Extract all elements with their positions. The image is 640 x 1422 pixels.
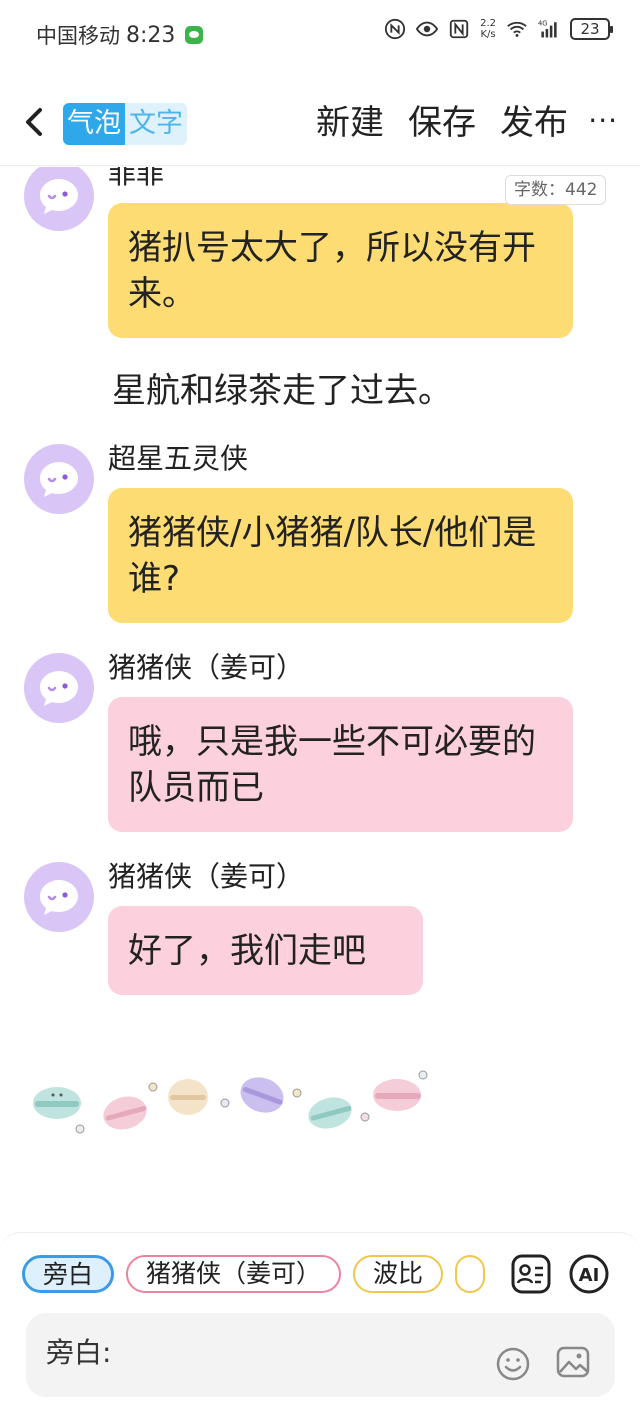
nfc-icon — [385, 18, 406, 40]
svg-text:4G: 4G — [538, 20, 548, 28]
more-options-button[interactable]: ··· — [588, 106, 618, 136]
dialogue-input[interactable] — [134, 1333, 484, 1373]
top-toolbar: 气泡 文字 新建 保存 发布 ··· — [0, 82, 640, 166]
image-icon[interactable] — [555, 1344, 591, 1380]
avatar[interactable] — [24, 862, 94, 932]
wifi-icon — [507, 21, 527, 37]
status-right: 2.2 K/s 4G 23 — [384, 18, 613, 40]
network-speed: 2.2 K/s — [480, 18, 496, 40]
contact-card-icon[interactable] — [510, 1253, 552, 1295]
role-chip-zhuzhuxia[interactable]: 猪猪侠（姜可） — [126, 1255, 342, 1293]
macaron-mint-2-icon — [308, 1097, 352, 1129]
cell-signal-icon: 4G — [538, 20, 557, 38]
eye-icon — [416, 21, 439, 37]
message-bubble[interactable]: 哦，只是我一些不可必要的队员而已 — [108, 697, 573, 832]
save-button[interactable]: 保存 — [408, 100, 476, 146]
macaron-lavender-icon — [240, 1077, 284, 1113]
role-chip-bobi[interactable]: 波比 — [353, 1255, 444, 1293]
new-button[interactable]: 新建 — [316, 100, 384, 146]
message-bubble[interactable]: 猪扒号太大了，所以没有开来。 — [108, 203, 573, 338]
mode-toggle: 气泡 文字 — [63, 103, 187, 145]
wechat-notification-icon — [185, 26, 204, 44]
dialogue-input-box[interactable]: 旁白: — [26, 1313, 615, 1397]
publish-button[interactable]: 发布 — [500, 100, 568, 146]
avatar[interactable] — [24, 167, 94, 231]
clock: 8:23 — [126, 22, 176, 48]
macaron-cream-icon — [168, 1079, 208, 1115]
emoji-icon[interactable] — [495, 1346, 531, 1382]
svg-text:AI: AI — [579, 1265, 600, 1286]
battery-indicator: 23 — [570, 18, 613, 40]
chat-bubble-avatar-icon — [40, 462, 78, 497]
message-bubble[interactable]: 猪猪侠/小猪猪/队长/他们是谁? — [108, 488, 573, 623]
mode-text-tab[interactable]: 文字 — [125, 103, 187, 145]
mode-bubble-tab[interactable]: 气泡 — [63, 103, 125, 145]
ai-icon[interactable]: AI — [568, 1253, 610, 1295]
message-sender: 超星五灵侠 — [108, 442, 249, 475]
carrier-name: 中国移动 — [36, 24, 120, 48]
role-chip-narration[interactable]: 旁白 — [22, 1255, 115, 1293]
status-left: 中国移动 8:23 — [36, 20, 204, 50]
status-bar: 中国移动 8:23 2.2 K/s 4G 23 — [0, 0, 640, 68]
role-chip-more[interactable] — [455, 1255, 486, 1293]
chat-bubble-avatar-icon — [40, 880, 78, 915]
message-sender: 猪猪侠（姜可） — [108, 860, 305, 893]
avatar[interactable] — [24, 444, 94, 514]
input-panel: 旁白 猪猪侠（姜可） 波比 AI 旁白: — [0, 1232, 640, 1422]
macaron-pink-icon — [103, 1096, 147, 1130]
macaron-decoration-image — [33, 1070, 428, 1134]
macaron-mint-icon — [33, 1087, 81, 1119]
chat-bubble-avatar-icon — [40, 179, 78, 214]
n-mark-icon — [449, 19, 469, 39]
word-count-badge: 字数：442 — [505, 175, 607, 205]
back-arrow-icon[interactable] — [16, 102, 56, 142]
role-selector: 旁白 猪猪侠（姜可） 波比 — [22, 1255, 492, 1295]
message-sender: 猪猪侠（姜可） — [108, 651, 305, 684]
avatar[interactable] — [24, 653, 94, 723]
message-bubble[interactable]: 好了，我们走吧 — [108, 906, 423, 995]
macaron-pink-2-icon — [373, 1079, 421, 1111]
chat-bubble-avatar-icon — [40, 671, 78, 706]
message-sender: 菲菲 — [108, 167, 165, 190]
header-actions: 新建 保存 发布 — [316, 100, 568, 146]
input-role-label: 旁白: — [46, 1336, 112, 1369]
narration-text[interactable]: 星航和绿茶走了过去。 — [112, 368, 452, 414]
